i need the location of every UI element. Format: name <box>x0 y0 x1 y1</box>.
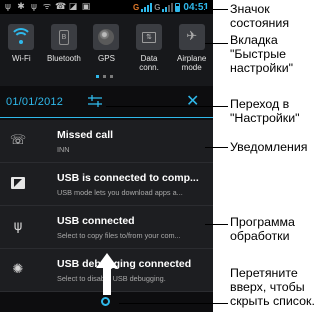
status-icons: ψ ✱ ψ ᯤ ☎ ◪ ▣ <box>0 2 91 12</box>
callout-line-text: обработки <box>230 229 290 243</box>
quick-setting-label-line2: conn. <box>139 63 159 72</box>
data-connection-icon: ⇅ <box>142 31 157 43</box>
wifi-tile[interactable] <box>8 24 35 50</box>
quick-setting-wifi[interactable]: Wi-Fi <box>0 24 43 72</box>
notification-shade: ψ ✱ ψ ᯤ ☎ ◪ ▣ G G 04:51 Wi-Fi ʙ Bluetoot… <box>0 0 213 312</box>
callout-line-text: Вкладка <box>230 33 278 47</box>
callout-quick-settings-tab: Вкладка "Быстрые настройки" <box>230 33 293 75</box>
data-connection-tile[interactable]: ⇅ <box>136 24 163 50</box>
android-debug-icon: ✺ <box>12 261 24 277</box>
usb-mode-icon <box>10 175 26 191</box>
callout-line <box>205 147 228 148</box>
quick-setting-airplane[interactable]: ✈ Airplane mode <box>170 24 213 72</box>
callout-line-text: Программа <box>230 215 295 229</box>
notification-subtitle: USB mode lets you download apps a... <box>57 188 183 197</box>
airplane-tile[interactable]: ✈ <box>178 24 205 50</box>
bluetooth-icon: ʙ <box>58 29 69 45</box>
quick-setting-label: Wi-Fi <box>11 54 31 63</box>
notification-item[interactable]: ψ USB connected Select to copy files to/… <box>0 206 213 249</box>
notification-item[interactable]: ☏ Missed call INN <box>0 120 213 163</box>
usb-icon: ψ <box>13 218 23 234</box>
signal-strength-icon <box>141 2 153 12</box>
bluetooth-tile[interactable]: ʙ <box>50 24 77 50</box>
notification-subtitle: Select to disable USB debugging. <box>57 274 166 283</box>
debug-icon: ✱ <box>17 2 25 12</box>
notification-title: USB connected <box>57 215 135 227</box>
clear-icon[interactable]: ✕ <box>186 92 199 110</box>
missed-call-icon: ☎ <box>55 2 67 12</box>
callout-handler-program: Программа обработки <box>230 215 295 243</box>
callout-line-text: Значок <box>230 2 270 16</box>
notification-title: Missed call <box>57 129 114 141</box>
callout-line <box>106 106 228 107</box>
status-right: G G 04:51 <box>133 2 213 13</box>
notification-subtitle: INN <box>57 145 70 154</box>
callout-status-icon: Значок состояния <box>230 2 289 30</box>
battery-icon <box>175 2 181 12</box>
airplane-icon: ✈ <box>186 29 198 44</box>
date-label: 01/01/2012 <box>6 96 64 108</box>
network-type-label: G <box>132 2 140 12</box>
signal-strength-icon <box>162 2 174 12</box>
callout-go-to-settings: Переход в "Настройки" <box>230 97 300 125</box>
sd-card-icon: ▣ <box>81 2 91 12</box>
callout-line-text: состояния <box>230 16 290 30</box>
status-clock: 04:51 <box>183 1 209 13</box>
usb-icon: ψ <box>31 2 37 12</box>
network-type-label: G <box>154 2 161 12</box>
callout-line-text: вверх, чтобы <box>230 280 305 294</box>
callout-line <box>119 303 228 304</box>
quick-setting-label: GPS <box>98 54 115 63</box>
settings-icon[interactable] <box>86 92 104 110</box>
callout-line-text: "Настройки" <box>230 111 300 125</box>
status-bar[interactable]: ψ ✱ ψ ᯤ ☎ ◪ ▣ G G 04:51 <box>0 0 213 14</box>
callout-line-text: настройки" <box>230 61 294 75</box>
callout-line <box>205 43 228 44</box>
up-arrow-icon <box>96 253 118 295</box>
callout-drag-up: Перетяните вверх, чтобы скрыть список. <box>230 266 315 308</box>
notification-title: USB debugging connected <box>57 258 192 270</box>
quick-setting-label: Airplane mode <box>177 54 206 72</box>
divider <box>0 117 213 118</box>
wifi-icon <box>10 28 33 45</box>
quick-setting-label-line1: Data <box>140 54 158 63</box>
quick-setting-label-line2: mode <box>181 63 202 72</box>
callout-line <box>205 9 228 10</box>
date-row: 01/01/2012 ✕ <box>0 90 213 115</box>
page-dot <box>103 75 106 78</box>
quick-setting-bluetooth[interactable]: ʙ Bluetooth <box>43 24 86 72</box>
quick-setting-gps[interactable]: GPS <box>85 24 128 72</box>
quick-setting-label-line1: Airplane <box>176 54 207 63</box>
usb-connection-icon: ◪ <box>68 2 78 12</box>
gps-icon <box>98 29 115 45</box>
callout-line-text: Уведомления <box>230 140 308 154</box>
missed-call-icon: ☏ <box>9 132 27 148</box>
gps-tile[interactable] <box>93 24 120 50</box>
callout-notifications: Уведомления <box>230 140 307 154</box>
page-dot <box>110 75 113 78</box>
quick-setting-data-connection[interactable]: ⇅ Data conn. <box>128 24 171 72</box>
notification-subtitle: Select to copy files to/from your com... <box>57 231 181 240</box>
callout-line-text: Перетяните <box>230 266 298 280</box>
quick-settings-page-indicator <box>96 75 113 78</box>
callout-line-text: "Быстрые <box>230 47 286 61</box>
quick-setting-label: Data conn. <box>139 54 159 72</box>
notification-item[interactable]: USB is connected to comp... USB mode let… <box>0 163 213 206</box>
callout-line <box>205 224 228 225</box>
usb-icon: ψ <box>5 2 11 12</box>
quick-settings-panel: Wi-Fi ʙ Bluetooth GPS ⇅ Data conn. ✈ Air… <box>0 14 213 86</box>
notification-title: USB is connected to comp... <box>57 172 199 184</box>
drag-handle[interactable] <box>101 297 110 306</box>
quick-setting-label: Bluetooth <box>46 54 81 63</box>
callout-line-text: Переход в <box>230 97 290 111</box>
signal-icon: ᯤ <box>42 2 52 12</box>
callout-line-text: скрыть список. <box>230 294 315 308</box>
page-dot-active <box>96 75 99 78</box>
